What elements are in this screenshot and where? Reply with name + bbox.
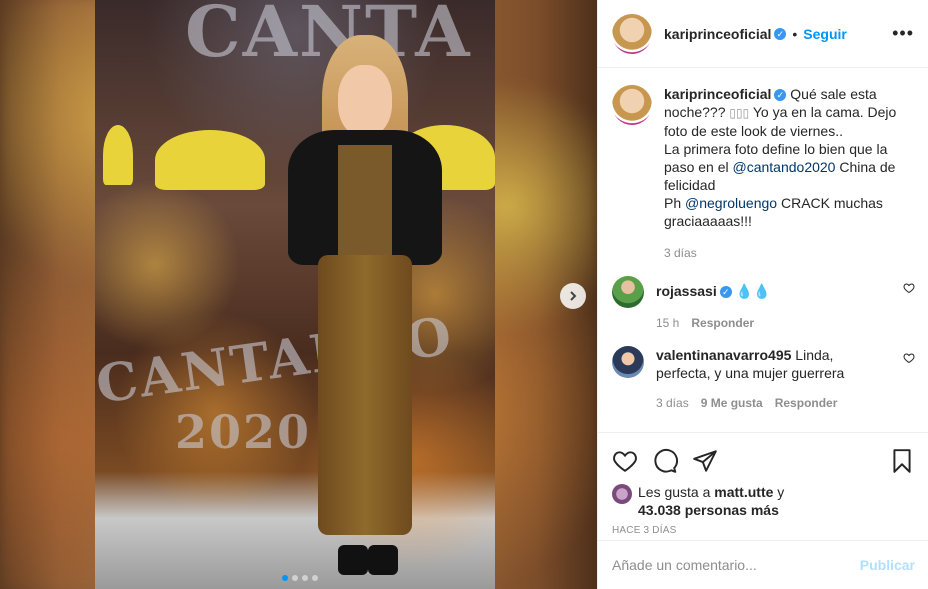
comment-username[interactable]: valentinanavarro495 — [656, 347, 791, 363]
carousel-dot-2 — [292, 575, 298, 581]
likes-summary: Les gusta a matt.utte y 43.038 personas … — [612, 483, 915, 519]
follow-button[interactable]: Seguir — [803, 26, 847, 42]
comment-username[interactable]: rojassasi — [656, 283, 717, 299]
caption: kariprinceoficial ✓ Qué sale esta noche??… — [612, 85, 915, 262]
comment-bubble-icon[interactable] — [652, 448, 678, 474]
verified-badge-icon: ✓ — [774, 89, 787, 102]
next-photo-button[interactable] — [560, 283, 586, 309]
comment-likes[interactable]: 9 Me gusta — [701, 394, 763, 412]
post-time[interactable]: HACE 3 DÍAS — [612, 525, 915, 536]
seat-left — [103, 125, 133, 185]
post-panel: kariprinceoficial ✓ • Seguir ••• karipri… — [597, 0, 928, 589]
liker-username[interactable]: matt.utte — [714, 484, 773, 500]
verified-badge-icon: ✓ — [719, 286, 732, 299]
post-media: CANTA CANTANDO 2020 — [0, 0, 597, 589]
add-comment-bar: Publicar — [598, 540, 928, 589]
caption-line-3-prefix: Ph — [664, 195, 686, 211]
comment-text: 💧💧 — [735, 283, 771, 299]
carousel-dot-4 — [312, 575, 318, 581]
comment-time[interactable]: 3 días — [656, 394, 689, 412]
shoe-right — [368, 545, 398, 575]
share-paper-plane-icon[interactable] — [692, 448, 718, 474]
comment-avatar[interactable] — [612, 276, 644, 308]
carousel-dots — [282, 575, 318, 581]
mention-cantando2020[interactable]: @cantando2020 — [733, 159, 836, 175]
comment-item: valentinanavarro495 Linda, perfecta, y u… — [612, 346, 915, 412]
caption-username[interactable]: kariprinceoficial — [664, 86, 771, 102]
comments-section: kariprinceoficial ✓ Qué sale esta noche??… — [598, 69, 928, 432]
mention-negroluengo[interactable]: @negroluengo — [685, 195, 777, 211]
publish-button[interactable]: Publicar — [860, 557, 915, 573]
action-bar: Les gusta a matt.utte y 43.038 personas … — [598, 432, 928, 536]
caption-avatar[interactable] — [612, 85, 652, 125]
likes-middle: y — [773, 484, 785, 500]
caption-emoji: ▯▯▯ — [729, 106, 750, 120]
comment-like-heart-icon[interactable] — [903, 276, 915, 332]
sparkle-pants — [318, 255, 412, 535]
reply-button[interactable]: Responder — [691, 314, 754, 332]
shoe-left — [338, 545, 368, 575]
face — [338, 65, 392, 137]
post-photo: CANTA CANTANDO 2020 — [95, 0, 495, 589]
carousel-dot-1 — [282, 575, 288, 581]
likes-prefix: Les gusta a — [638, 484, 715, 500]
like-heart-icon[interactable] — [612, 448, 638, 474]
author-username[interactable]: kariprinceoficial — [664, 26, 771, 42]
comment-like-heart-icon[interactable] — [903, 346, 915, 412]
likes-count[interactable]: 43.038 personas más — [638, 502, 779, 518]
comment-item: rojassasi ✓ 💧💧 15 h Responder — [612, 276, 915, 332]
chevron-right-icon — [570, 291, 577, 301]
liker-avatar[interactable] — [612, 484, 632, 504]
sparkle-top — [338, 145, 392, 255]
comment-avatar[interactable] — [612, 346, 644, 378]
reply-button[interactable]: Responder — [775, 394, 838, 412]
post-header: kariprinceoficial ✓ • Seguir ••• — [598, 0, 928, 68]
caption-time[interactable]: 3 días — [664, 244, 697, 262]
seat-mid — [155, 130, 265, 190]
more-icon[interactable]: ••• — [892, 23, 914, 44]
comment-input[interactable] — [612, 557, 860, 573]
bookmark-icon[interactable] — [889, 448, 915, 474]
author-avatar[interactable] — [612, 13, 652, 54]
verified-badge-icon: ✓ — [774, 27, 787, 40]
person-figure — [280, 35, 450, 585]
carousel-dot-3 — [302, 575, 308, 581]
comment-time[interactable]: 15 h — [656, 314, 679, 332]
